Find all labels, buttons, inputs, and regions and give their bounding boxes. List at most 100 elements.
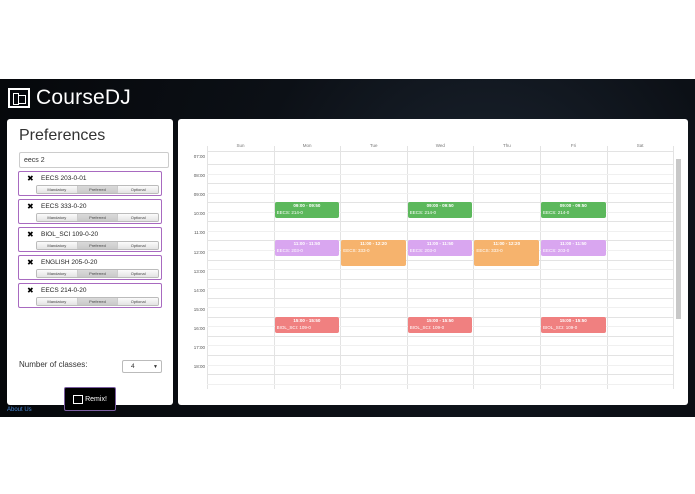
calendar-event[interactable]: 11:00 - 11:50 EECS: 203-0	[407, 240, 473, 257]
hour-line	[207, 374, 673, 376]
chevron-down-icon: ▼	[153, 364, 158, 370]
priority-option-preferred[interactable]: Preferred	[77, 214, 119, 221]
time-label: 13:00	[193, 268, 205, 274]
course-name: ENGLISH 205-0-20	[41, 259, 98, 266]
priority-toggle: Mandatory Preferred Optional	[36, 213, 159, 222]
number-of-classes-label: Number of classes:	[19, 360, 88, 369]
calendar-event[interactable]: 11:00 - 11:50 EECS: 203-0	[274, 240, 340, 257]
course-name: EECS 214-0-20	[41, 287, 87, 294]
half-hour-line	[207, 383, 673, 385]
remix-button[interactable]: Remix!	[64, 387, 116, 411]
event-time: 09:00 - 09:50	[293, 203, 321, 209]
half-hour-line	[207, 230, 673, 232]
day-header: Sun	[236, 143, 245, 148]
hour-line	[207, 164, 673, 165]
time-label: 17:00	[193, 345, 205, 350]
priority-option-preferred[interactable]: Preferred	[77, 186, 119, 193]
priority-option-optional[interactable]: Optional	[118, 186, 158, 193]
calendar-grid: Sun Mon Tue Wed Thu Fri Sat 07:00 08:00 09:00 10:0…	[185, 143, 675, 391]
day-header: Thu	[503, 143, 511, 148]
calendar-panel: Sun Mon Tue Wed Thu Fri Sat 07:00 08:00 09:00 10:0…	[178, 119, 688, 405]
priority-option-mandatory[interactable]: Mandatory	[37, 298, 78, 305]
hour-line	[207, 183, 673, 185]
day-header: Wed	[435, 143, 445, 148]
time-label: 09:00	[193, 192, 205, 198]
event-course: EECS: 333-0	[476, 248, 503, 254]
event-time: 11:00 - 12:20	[360, 241, 387, 247]
half-hour-line	[207, 364, 673, 366]
number-of-classes-value: 4	[131, 363, 135, 370]
course-item: ✖ EECS 333-0-20 Mandatory Preferred Optional	[18, 199, 162, 224]
hour-line	[207, 297, 673, 299]
calendar-event[interactable]: 09:00 - 09:50 EECS: 214-0	[541, 202, 606, 219]
calendar-event[interactable]: 09:00 - 09:50 EECS: 214-0	[274, 202, 340, 219]
day-header: Fri	[570, 143, 577, 148]
half-hour-line	[207, 173, 673, 175]
priority-option-preferred[interactable]: Preferred	[77, 242, 119, 249]
hour-line	[207, 335, 673, 337]
priority-option-optional[interactable]: Optional	[118, 270, 158, 277]
event-time: 11:00 - 11:50	[560, 241, 587, 247]
priority-option-optional[interactable]: Optional	[118, 242, 158, 249]
brand[interactable]: CourseDJ	[8, 86, 131, 109]
day-header: Tue	[369, 143, 378, 148]
event-course: EECS: 333-0	[343, 248, 370, 254]
priority-toggle: Mandatory Preferred Optional	[36, 185, 159, 194]
app-title: CourseDJ	[36, 86, 131, 109]
course-name: EECS 333-0-20	[41, 203, 87, 210]
priority-option-mandatory[interactable]: Mandatory	[37, 186, 78, 193]
remove-icon[interactable]: ✖	[27, 258, 34, 267]
priority-option-preferred[interactable]: Preferred	[77, 270, 119, 277]
event-time: 11:00 - 12:20	[493, 241, 521, 247]
hour-line	[207, 221, 673, 223]
hour-line	[207, 355, 673, 356]
event-course: EECS: 214-0	[276, 210, 303, 216]
time-label: 14:00	[193, 287, 205, 293]
about-us-link[interactable]: About Us	[7, 407, 32, 413]
hour-line	[207, 259, 673, 261]
half-hour-line	[207, 192, 673, 194]
calendar-event[interactable]: 15:00 - 15:50 BIOL_SCI: 109-0	[541, 316, 606, 333]
time-label: 15:00	[193, 306, 205, 312]
priority-option-optional[interactable]: Optional	[118, 214, 158, 221]
calendar-event[interactable]: 11:00 - 11:50 EECS: 203-0	[541, 240, 606, 257]
remove-icon[interactable]: ✖	[27, 230, 34, 239]
time-label: 12:00	[193, 249, 205, 255]
remove-icon[interactable]: ✖	[27, 202, 34, 211]
calendar-scrollbar[interactable]	[676, 159, 681, 319]
time-label: 08:00	[193, 173, 205, 179]
priority-option-optional[interactable]: Optional	[118, 298, 158, 305]
time-label: 11:00	[194, 230, 205, 236]
event-time: 15:00 - 15:50	[559, 317, 587, 323]
time-label: 10:00	[193, 211, 205, 217]
calendar-event[interactable]: 11:00 - 12:20 EECS: 333-0	[474, 240, 539, 266]
hour-line	[207, 151, 673, 152]
half-hour-line	[207, 345, 673, 347]
priority-option-preferred[interactable]: Preferred	[77, 298, 119, 305]
remix-label: Remix!	[85, 395, 107, 403]
time-label: 16:00	[193, 325, 205, 331]
priority-option-mandatory[interactable]: Mandatory	[37, 242, 78, 249]
course-item: ✖ ENGLISH 205-0-20 Mandatory Preferred Optio…	[18, 255, 162, 280]
calendar-event[interactable]: 11:00 - 12:20 EECS: 333-0	[341, 240, 406, 266]
remove-icon[interactable]: ✖	[27, 286, 34, 295]
time-label: 07:00	[193, 154, 205, 159]
time-label: 18:00	[193, 364, 205, 370]
calendar-event[interactable]: 15:00 - 15:50 BIOL_SCI: 109-0	[407, 316, 473, 333]
course-search-input[interactable]	[19, 152, 169, 168]
remove-icon[interactable]: ✖	[27, 174, 34, 183]
calendar-event[interactable]: 15:00 - 15:50 BIOL_SCI: 109-0	[274, 316, 340, 333]
course-name: BIOL_SCI 109-0-20	[41, 231, 99, 238]
priority-option-mandatory[interactable]: Mandatory	[37, 270, 78, 277]
course-item: ✖ BIOL_SCI 109-0-20 Mandatory Preferred Opti…	[18, 227, 162, 252]
course-item: ✖ EECS 214-0-20 Mandatory Preferred Optional	[18, 283, 162, 308]
calendar-event[interactable]: 09:00 - 09:50 EECS: 214-0	[407, 202, 473, 219]
number-of-classes-select[interactable]: 4 ▼	[122, 360, 162, 373]
event-time: 09:00 - 09:50	[426, 203, 454, 209]
priority-option-mandatory[interactable]: Mandatory	[37, 214, 78, 221]
half-hour-line	[207, 288, 673, 290]
event-time: 11:00 - 11:50	[293, 241, 321, 247]
hour-line	[207, 278, 673, 280]
app-background: CourseDJ Preferences ✖ EECS 203-0-01 Manda…	[0, 79, 695, 417]
event-course: EECS: 203-0	[543, 248, 570, 254]
